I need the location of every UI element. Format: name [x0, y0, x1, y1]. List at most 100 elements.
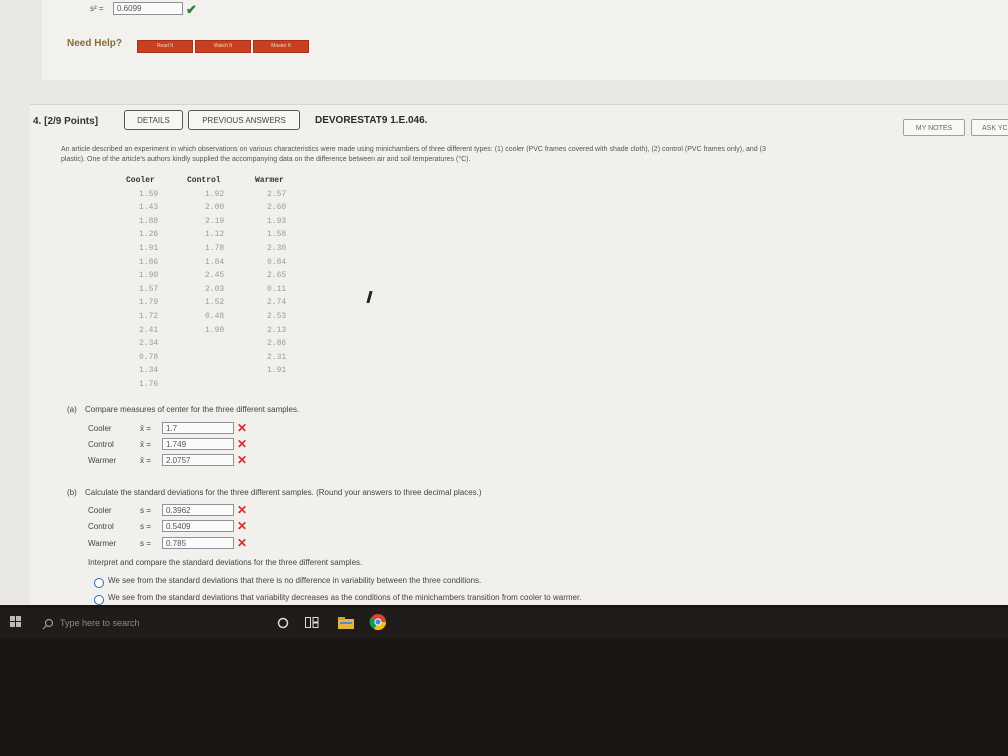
- s2-label: s² =: [90, 4, 104, 13]
- warmer-value: 0.84: [267, 257, 287, 267]
- watch-it-button[interactable]: Watch It: [195, 40, 251, 53]
- cooler-value: 1.59: [139, 189, 159, 199]
- warmer-value: 2.30: [267, 243, 287, 253]
- control-header: Control: [187, 176, 221, 185]
- control-values: 1.92 2.00 2.19 1.12 1.78 1.84 2.45 2.03 1.52 0.48…: [187, 189, 225, 335]
- option-2-radio[interactable]: [94, 595, 104, 605]
- task-view-icon[interactable]: [305, 617, 319, 629]
- control-value: 2.00: [205, 203, 225, 213]
- part-a-text: Compare measures of center for the three…: [85, 405, 300, 414]
- part-b-warmer-symbol: s =: [140, 539, 151, 548]
- control-column: Control 1.92 2.00 2.19 1.12 1.78 1.84 2.45 2.03…: [187, 176, 225, 335]
- master-it-button[interactable]: Master It: [253, 40, 309, 53]
- cooler-value: 1.76: [139, 379, 159, 389]
- option-2-label[interactable]: We see from the standard deviations that…: [108, 593, 581, 602]
- windows-taskbar: Type here to search: [0, 608, 1008, 638]
- part-b-warmer-label: Warmer: [88, 539, 117, 548]
- control-value: 2.19: [205, 216, 225, 226]
- warmer-value: 2.13: [267, 325, 287, 335]
- warmer-value: 2.65: [267, 271, 287, 281]
- part-a-label: (a): [67, 405, 77, 414]
- cooler-value: 1.88: [139, 216, 159, 226]
- chrome-icon[interactable]: [369, 613, 387, 631]
- control-value: 1.90: [205, 325, 225, 335]
- control-value: 1.12: [205, 230, 225, 240]
- warmer-mean-field[interactable]: 2.0757: [162, 454, 234, 466]
- cooler-value: 2.41: [139, 325, 159, 335]
- cooler-value: 1.57: [139, 284, 159, 294]
- search-icon: [42, 618, 54, 630]
- cooler-sd-field[interactable]: 0.3962: [162, 504, 234, 516]
- ask-teacher-button[interactable]: ASK YC: [971, 119, 1008, 136]
- warmer-value: 1.58: [267, 230, 287, 240]
- option-1-label[interactable]: We see from the standard deviations that…: [108, 576, 481, 585]
- question-description: An article described an experiment in wh…: [61, 145, 1008, 165]
- part-b-cooler-label: Cooler: [88, 506, 112, 515]
- warmer-value: 1.91: [267, 366, 287, 376]
- warmer-value: 2.57: [267, 189, 287, 199]
- cooler-value: 1.34: [139, 366, 159, 376]
- part-a-control-symbol: x̄ =: [140, 440, 151, 449]
- question-points: [2/9 Points]: [44, 116, 99, 127]
- description-line-1: An article described an experiment in wh…: [61, 146, 766, 153]
- part-b-prompt: (b) Calculate the standard deviations fo…: [67, 488, 482, 497]
- data-table: Cooler 1.59 1.43 1.88 1.26 1.91 1.86 1.90 1.57 1…: [126, 176, 326, 396]
- warmer-sd-field[interactable]: 0.785: [162, 537, 234, 549]
- cooler-values: 1.59 1.43 1.88 1.26 1.91 1.86 1.90 1.57 1.79 1.72…: [126, 189, 159, 389]
- part-b-control-symbol: s =: [140, 522, 151, 531]
- cooler-value: 1.90: [139, 271, 159, 281]
- warmer-value: 0.11: [267, 284, 287, 294]
- correct-check-icon: ✔: [186, 2, 197, 17]
- cooler-value: 1.43: [139, 203, 159, 213]
- file-explorer-icon[interactable]: [338, 617, 354, 629]
- cooler-mean-field[interactable]: 1.7: [162, 422, 234, 434]
- control-value: 1.84: [205, 257, 225, 267]
- part-a-cooler-label: Cooler: [88, 424, 112, 433]
- cooler-value: 1.91: [139, 243, 159, 253]
- part-b-control-label: Control: [88, 522, 114, 531]
- control-mean-field[interactable]: 1.749: [162, 438, 234, 450]
- read-it-button[interactable]: Read It: [137, 40, 193, 53]
- warmer-value: 2.86: [267, 339, 287, 349]
- interpret-prompt: Interpret and compare the standard devia…: [88, 558, 363, 567]
- description-line-2: plastic). One of the article's authors k…: [61, 156, 471, 163]
- windows-start-icon[interactable]: [10, 616, 22, 628]
- part-a-warmer-label: Warmer: [88, 456, 117, 465]
- cooler-value: 1.26: [139, 230, 159, 240]
- control-mean-incorrect-icon: ✕: [237, 437, 248, 451]
- question-id: DEVORESTAT9 1.E.046.: [315, 115, 428, 126]
- warmer-values: 2.57 2.60 1.93 1.58 2.30 0.84 2.65 0.11 2.74 2.53…: [255, 189, 287, 376]
- question-number: 4.: [33, 116, 42, 127]
- option-1-radio[interactable]: [94, 578, 104, 588]
- my-notes-button[interactable]: MY NOTES: [903, 119, 965, 136]
- question-header: 4. [2/9 Points]: [33, 116, 98, 127]
- previous-answers-button[interactable]: PREVIOUS ANSWERS: [188, 110, 300, 130]
- control-value: 1.52: [205, 298, 225, 308]
- cooler-mean-incorrect-icon: ✕: [237, 421, 248, 435]
- part-a-control-label: Control: [88, 440, 114, 449]
- warmer-value: 1.93: [267, 216, 287, 226]
- search-placeholder: Type here to search: [60, 618, 140, 628]
- cooler-value: 2.34: [139, 339, 159, 349]
- control-value: 1.78: [205, 243, 225, 253]
- control-value: 1.92: [205, 189, 225, 199]
- taskbar-search[interactable]: Type here to search: [34, 613, 260, 635]
- cooler-header: Cooler: [126, 176, 155, 185]
- details-button[interactable]: DETAILS: [124, 110, 183, 130]
- warmer-value: 2.53: [267, 311, 287, 321]
- browser-screen: s² = 0.6099 ✔ Need Help? Read It Watch I…: [0, 0, 1008, 605]
- warmer-column: Warmer 2.57 2.60 1.93 1.58 2.30 0.84 2.65 0.11 2…: [255, 176, 287, 376]
- control-value: 0.48: [205, 311, 225, 321]
- control-value: 2.45: [205, 271, 225, 281]
- control-sd-field[interactable]: 0.5409: [162, 520, 234, 532]
- cooler-column: Cooler 1.59 1.43 1.88 1.26 1.91 1.86 1.90 1.57 1…: [126, 176, 159, 389]
- part-a-cooler-symbol: x̄ =: [140, 424, 151, 433]
- warmer-value: 2.74: [267, 298, 287, 308]
- s2-answer-field[interactable]: 0.6099: [113, 2, 183, 15]
- cortana-icon[interactable]: [277, 617, 289, 629]
- cooler-value: 1.72: [139, 311, 159, 321]
- part-a-warmer-symbol: x̄ =: [140, 456, 151, 465]
- cooler-sd-incorrect-icon: ✕: [237, 503, 248, 517]
- warmer-mean-incorrect-icon: ✕: [237, 453, 248, 467]
- control-sd-incorrect-icon: ✕: [237, 519, 248, 533]
